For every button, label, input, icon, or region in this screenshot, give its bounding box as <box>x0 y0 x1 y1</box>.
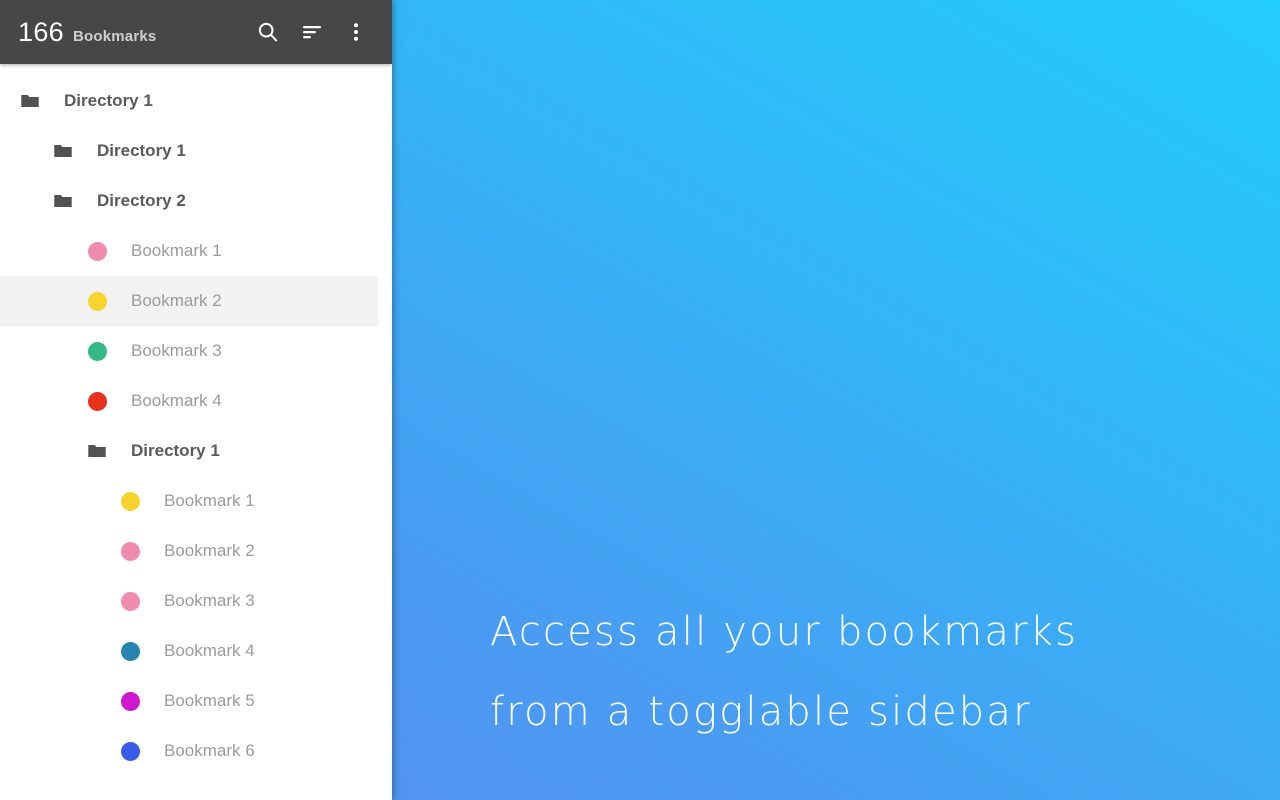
color-dot <box>120 741 140 761</box>
color-dot <box>87 391 107 411</box>
sort-icon <box>300 20 324 44</box>
app-screen: Access all your bookmarks from a togglab… <box>0 0 1280 800</box>
toolbar-title-label: Bookmarks <box>72 27 157 45</box>
folder-icon <box>18 89 42 113</box>
bookmark-color-dot <box>118 689 142 713</box>
color-dot <box>87 291 107 311</box>
color-dot <box>120 691 140 711</box>
color-dot <box>120 491 140 511</box>
bookmark-color-dot <box>85 339 109 363</box>
promo-line-2: from a togglable sidebar <box>490 689 1032 735</box>
toolbar-title: 166 Bookmarks <box>18 17 246 48</box>
bookmark-label: Bookmark 2 <box>164 541 255 560</box>
tree-folder-row[interactable]: Directory 2 <box>0 176 392 226</box>
bookmark-count: 166 <box>18 16 64 47</box>
folder-label: Directory 1 <box>64 91 153 110</box>
overflow-menu-button[interactable] <box>334 10 378 54</box>
bookmark-label: Bookmark 1 <box>131 241 222 260</box>
folder-label: Directory 1 <box>131 441 220 460</box>
sidebar-toolbar: 166 Bookmarks <box>0 0 392 64</box>
bookmark-color-dot <box>85 289 109 313</box>
bookmark-color-dot <box>85 239 109 263</box>
folder-icon <box>85 439 109 463</box>
color-dot <box>120 641 140 661</box>
bookmark-color-dot <box>85 389 109 413</box>
more-vert-icon <box>344 20 368 44</box>
bookmarks-tree: Directory 1 Directory 1 Directory 2 Bookmar… <box>0 64 392 776</box>
bookmark-color-dot <box>118 489 142 513</box>
search-icon <box>256 20 280 44</box>
bookmark-color-dot <box>118 589 142 613</box>
promo-line-1: Access all your bookmarks <box>490 609 1079 655</box>
bookmark-color-dot <box>118 539 142 563</box>
bookmark-color-dot <box>118 639 142 663</box>
bookmarks-sidebar: 166 Bookmarks Directory 1 Directory 1 Di… <box>0 0 392 800</box>
folder-icon <box>51 139 75 163</box>
tree-bookmark-row[interactable]: Bookmark 5 <box>0 676 392 726</box>
bookmark-label: Bookmark 3 <box>164 591 255 610</box>
color-dot <box>87 341 107 361</box>
tree-folder-row[interactable]: Directory 1 <box>0 76 392 126</box>
bookmark-label: Bookmark 3 <box>131 341 222 360</box>
bookmark-label: Bookmark 4 <box>131 391 222 410</box>
tree-bookmark-row[interactable]: Bookmark 4 <box>0 626 392 676</box>
tree-bookmark-row[interactable]: Bookmark 2 <box>0 276 378 326</box>
bookmark-label: Bookmark 2 <box>131 291 222 310</box>
bookmark-label: Bookmark 1 <box>164 491 255 510</box>
tree-bookmark-row[interactable]: Bookmark 3 <box>0 326 392 376</box>
tree-bookmark-row[interactable]: Bookmark 1 <box>0 476 392 526</box>
bookmark-color-dot <box>118 739 142 763</box>
search-button[interactable] <box>246 10 290 54</box>
bookmark-label: Bookmark 6 <box>164 741 255 760</box>
folder-icon <box>51 189 75 213</box>
tree-bookmark-row[interactable]: Bookmark 4 <box>0 376 392 426</box>
folder-label: Directory 2 <box>97 191 186 210</box>
tree-folder-row[interactable]: Directory 1 <box>0 126 392 176</box>
tree-bookmark-row[interactable]: Bookmark 3 <box>0 576 392 626</box>
tree-folder-row[interactable]: Directory 1 <box>0 426 392 476</box>
bookmark-label: Bookmark 4 <box>164 641 255 660</box>
color-dot <box>120 591 140 611</box>
folder-label: Directory 1 <box>97 141 186 160</box>
color-dot <box>120 541 140 561</box>
promo-caption: Access all your bookmarks from a togglab… <box>490 592 1250 752</box>
bookmark-label: Bookmark 5 <box>164 691 255 710</box>
color-dot <box>87 241 107 261</box>
sort-button[interactable] <box>290 10 334 54</box>
tree-bookmark-row[interactable]: Bookmark 2 <box>0 526 392 576</box>
tree-bookmark-row[interactable]: Bookmark 1 <box>0 226 392 276</box>
tree-bookmark-row[interactable]: Bookmark 6 <box>0 726 392 776</box>
